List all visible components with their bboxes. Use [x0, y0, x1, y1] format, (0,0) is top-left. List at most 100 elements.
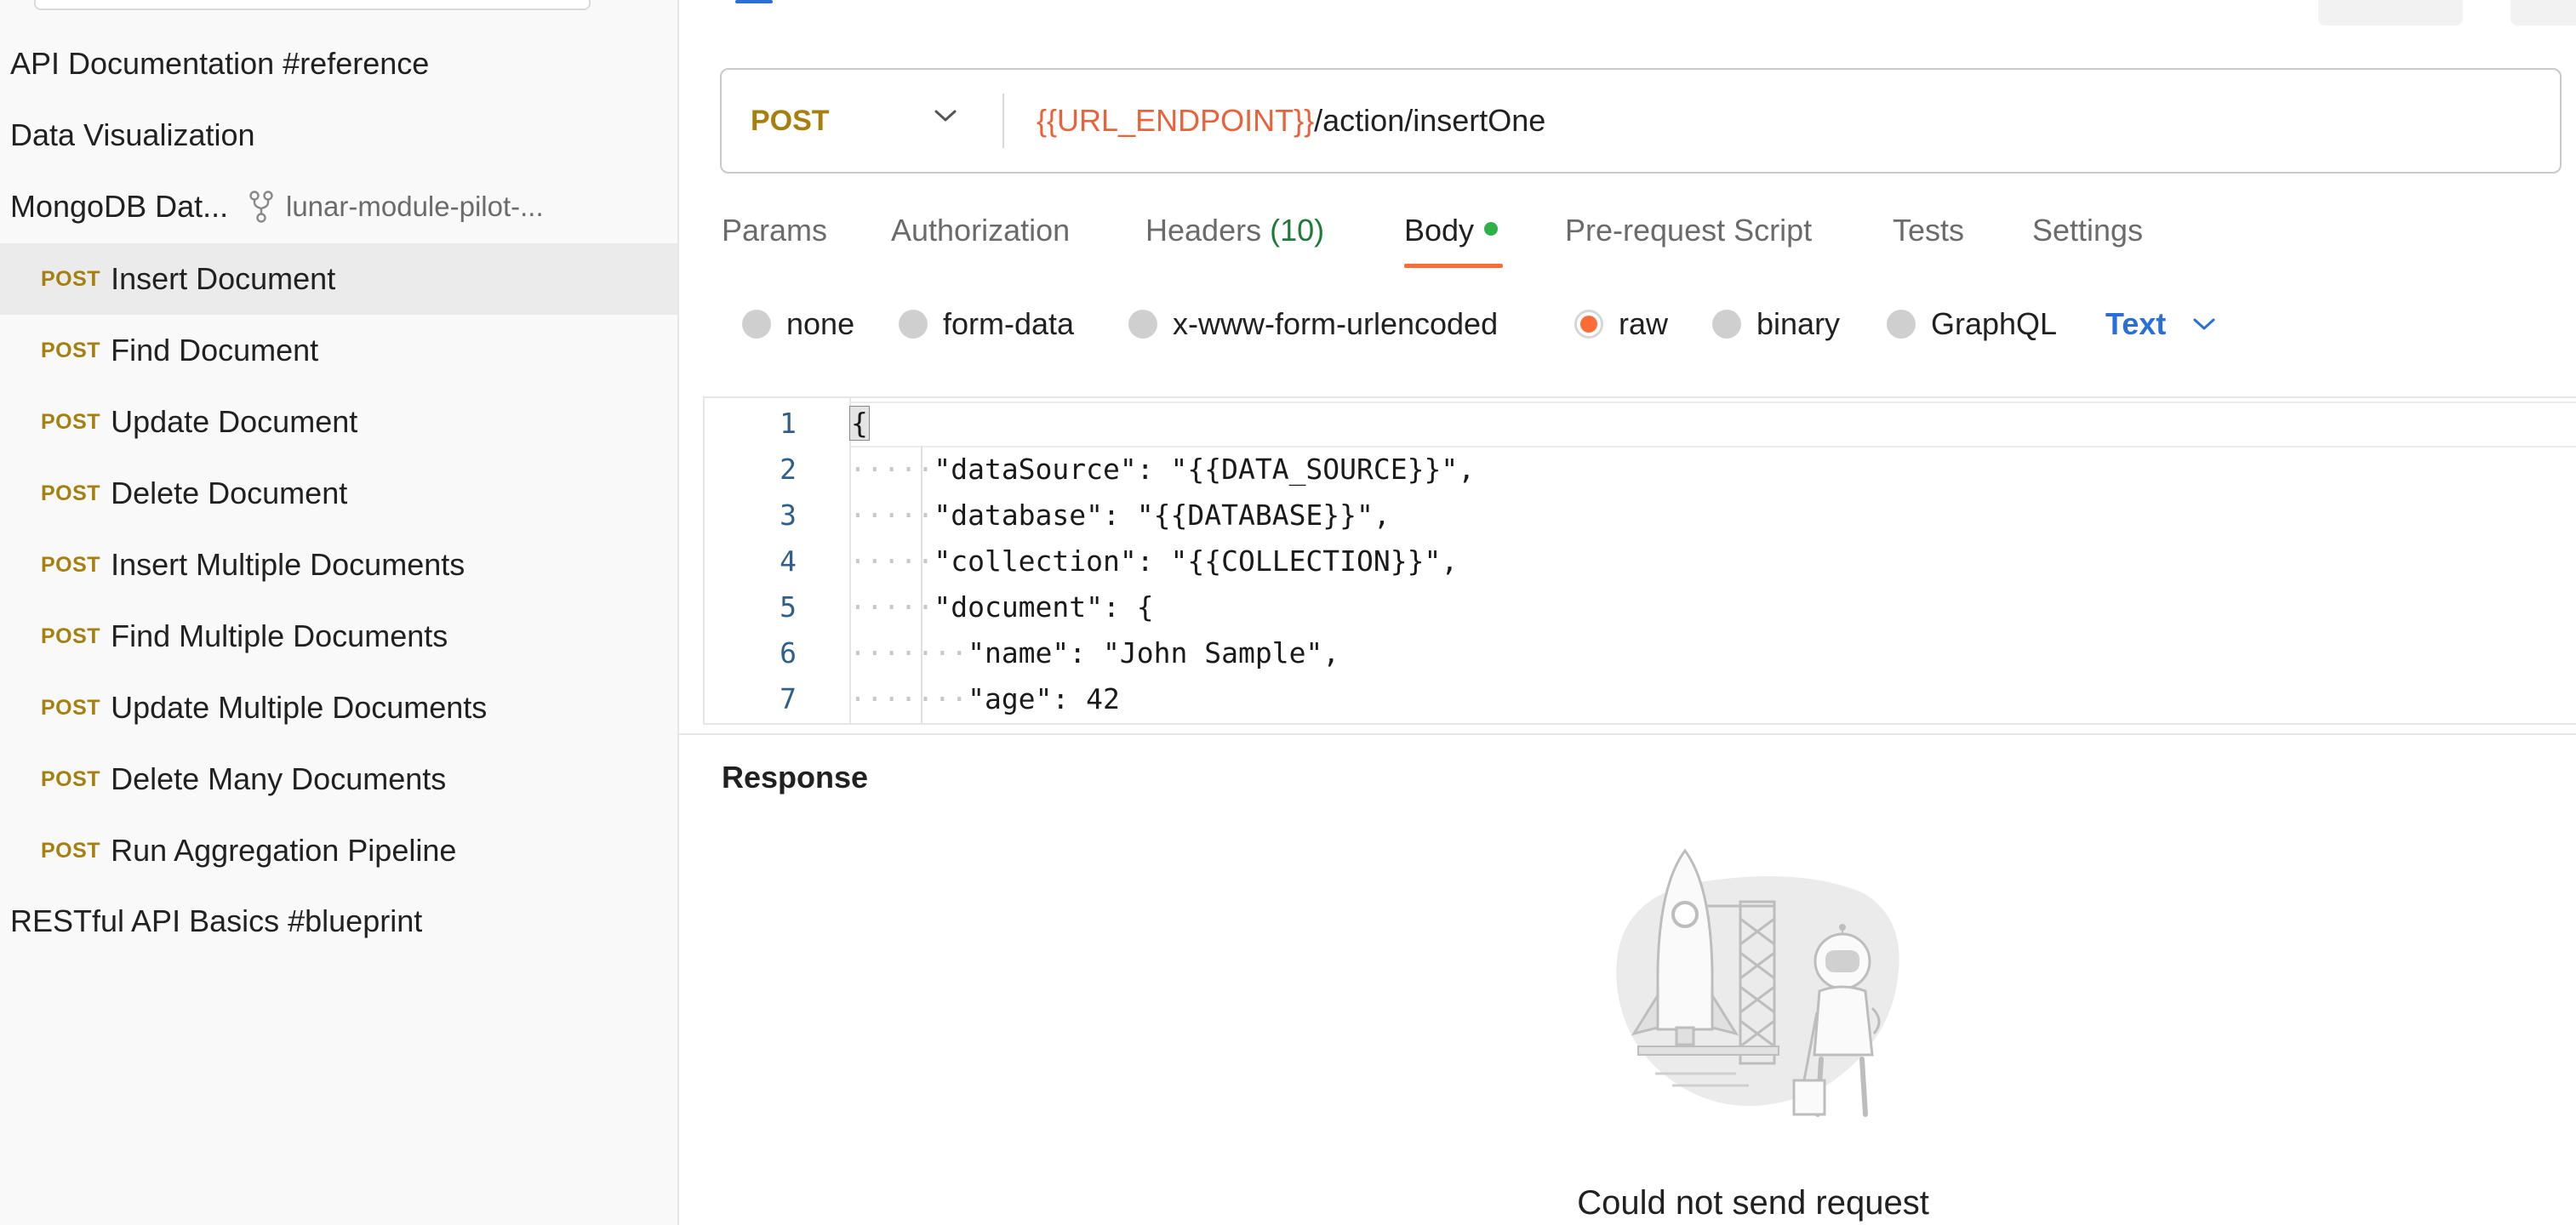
- method-label: POST: [751, 104, 830, 137]
- method-dropdown[interactable]: POST: [722, 70, 1002, 172]
- radio-form-data[interactable]: form-data: [899, 306, 1074, 342]
- method-badge: POST: [41, 409, 101, 434]
- request-item-delete-many-documents[interactable]: POST Delete Many Documents: [0, 744, 677, 815]
- fork-icon: [249, 191, 273, 223]
- radio-label: binary: [1756, 306, 1841, 341]
- collection-restful-api-basics[interactable]: RESTful API Basics #blueprint: [10, 903, 422, 939]
- tab-headers-label: Headers: [1145, 213, 1262, 248]
- request-name: Update Document: [111, 404, 358, 439]
- code-text: {: [849, 406, 870, 441]
- method-badge: POST: [41, 766, 101, 791]
- response-title: Response: [722, 760, 869, 795]
- radio-circle: [1712, 310, 1741, 339]
- chevron-down-icon: [2193, 318, 2215, 330]
- method-badge: POST: [41, 624, 101, 648]
- request-item-run-aggregation-pipeline[interactable]: POST Run Aggregation Pipeline: [0, 815, 677, 886]
- url-path: /action/insertOne: [1314, 103, 1546, 138]
- response-divider: [679, 733, 2576, 735]
- radio-circle: [1128, 310, 1157, 339]
- sidebar-search-input[interactable]: [34, 0, 591, 10]
- radio-raw[interactable]: raw: [1574, 306, 1668, 342]
- rocket-astronaut-illustration: [1616, 848, 1899, 1117]
- code-line: {: [849, 406, 870, 441]
- collection-data-visualization[interactable]: Data Visualization: [10, 117, 255, 153]
- code-text: "database": "{{DATABASE}}",: [934, 499, 1391, 532]
- request-item-delete-document[interactable]: POST Delete Document: [0, 458, 677, 529]
- code-text: "document": {: [934, 590, 1154, 624]
- method-badge: POST: [41, 695, 101, 720]
- request-item-update-multiple-documents[interactable]: POST Update Multiple Documents: [0, 672, 677, 744]
- response-empty-message: Could not send request: [1577, 1184, 1929, 1222]
- tab-settings[interactable]: Settings: [2032, 213, 2143, 248]
- request-name: Delete Document: [111, 476, 348, 510]
- radio-urlencoded[interactable]: x-www-form-urlencoded: [1128, 306, 1498, 342]
- active-tab-indicator: [1404, 264, 1503, 268]
- request-name: Delete Many Documents: [111, 761, 447, 796]
- radio-label: GraphQL: [1931, 306, 2058, 341]
- tab-pre-request-script[interactable]: Pre-request Script: [1565, 213, 1812, 248]
- method-badge: POST: [41, 481, 101, 505]
- method-badge: POST: [41, 552, 101, 577]
- code-line: ·······"name": "John Sample",: [849, 636, 1340, 669]
- radio-circle-selected: [1574, 310, 1603, 339]
- request-item-insert-multiple-documents[interactable]: POST Insert Multiple Documents: [0, 529, 677, 601]
- method-badge: POST: [41, 266, 101, 291]
- request-item-insert-document[interactable]: POST Insert Document: [0, 243, 677, 315]
- request-name: Insert Multiple Documents: [111, 547, 466, 582]
- chevron-down-icon: [934, 110, 957, 122]
- radio-label: none: [786, 306, 855, 341]
- code-line: ·····"collection": "{{COLLECTION}}",: [849, 544, 1459, 578]
- fork-name: lunar-module-pilot-...: [286, 191, 544, 222]
- collection-mongodb[interactable]: MongoDB Dat...: [10, 189, 228, 225]
- tab-body[interactable]: Body: [1404, 213, 1499, 248]
- code-text: "name": "John Sample",: [968, 636, 1340, 669]
- fork-label: lunar-module-pilot-...: [248, 191, 544, 223]
- line-number: 2: [780, 453, 797, 486]
- line-number: 1: [780, 407, 797, 440]
- body-status-dot: [1484, 222, 1499, 236]
- radio-circle: [742, 310, 771, 339]
- headers-count: (10): [1270, 213, 1325, 248]
- save-button[interactable]: [2318, 0, 2463, 26]
- language-label: Text: [2105, 306, 2167, 341]
- code-editor[interactable]: 1 2 3 4 5 6 7 { ·····"dataSource": "{{DA…: [703, 396, 2576, 725]
- code-line: ·······"age": 42: [849, 682, 1120, 715]
- line-number: 6: [780, 636, 797, 669]
- request-item-update-document[interactable]: POST Update Document: [0, 386, 677, 458]
- active-line-highlight: [851, 402, 2576, 447]
- tab-headers[interactable]: Headers (10): [1145, 213, 1324, 248]
- radio-circle: [899, 310, 928, 339]
- line-number: 5: [780, 590, 797, 624]
- line-number: 7: [780, 682, 797, 715]
- code-text: "dataSource": "{{DATA_SOURCE}}",: [934, 453, 1476, 486]
- tab-body-label: Body: [1404, 213, 1475, 248]
- tab-params[interactable]: Params: [722, 213, 827, 248]
- request-name: Find Document: [111, 333, 319, 368]
- url-input[interactable]: {{URL_ENDPOINT}}/action/insertOne: [1037, 70, 1545, 172]
- back-arrow-icon[interactable]: [734, 0, 776, 9]
- radio-graphql[interactable]: GraphQL: [1887, 306, 2057, 342]
- method-badge: POST: [41, 838, 101, 863]
- request-item-find-document[interactable]: POST Find Document: [0, 315, 677, 386]
- radio-label: x-www-form-urlencoded: [1173, 306, 1499, 341]
- radio-circle: [1887, 310, 1916, 339]
- more-button[interactable]: [2510, 0, 2576, 26]
- line-number: 3: [780, 499, 797, 532]
- request-name: Insert Document: [111, 261, 336, 296]
- radio-none[interactable]: none: [742, 306, 854, 342]
- url-bar: POST {{URL_ENDPOINT}}/action/insertOne: [720, 68, 2562, 174]
- radio-binary[interactable]: binary: [1712, 306, 1840, 342]
- tab-authorization[interactable]: Authorization: [891, 213, 1070, 248]
- code-line: ·····"database": "{{DATABASE}}",: [849, 499, 1391, 532]
- radio-label: raw: [1619, 306, 1669, 341]
- code-line: ·····"document": {: [849, 590, 1154, 624]
- request-name: Find Multiple Documents: [111, 618, 448, 653]
- method-badge: POST: [41, 338, 101, 362]
- request-item-find-multiple-documents[interactable]: POST Find Multiple Documents: [0, 601, 677, 672]
- radio-label: form-data: [943, 306, 1075, 341]
- request-name: Update Multiple Documents: [111, 690, 488, 725]
- line-number-gutter: 1 2 3 4 5 6 7: [705, 398, 851, 723]
- language-dropdown[interactable]: Text: [2105, 306, 2217, 342]
- collection-api-documentation[interactable]: API Documentation #reference: [10, 46, 429, 82]
- tab-tests[interactable]: Tests: [1893, 213, 1964, 248]
